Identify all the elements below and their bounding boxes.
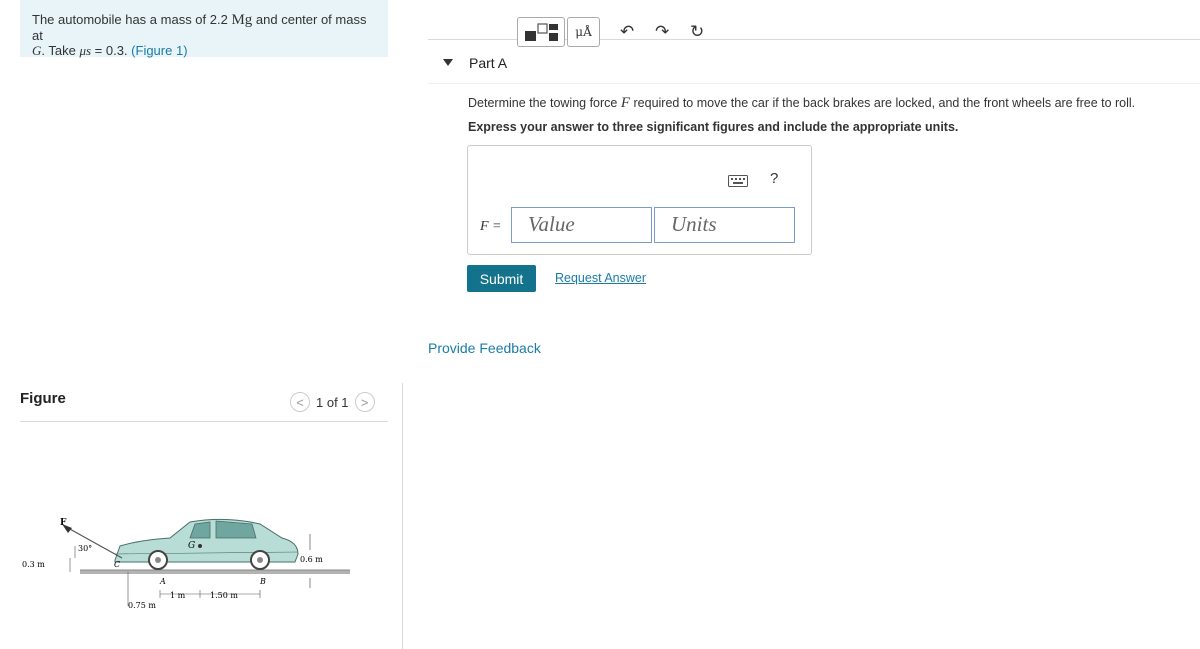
var-g: G <box>32 43 42 58</box>
car-figure: F 30° 0.3 m C A B G 0.6 m 1 m 1.50 m 0.7… <box>22 518 350 610</box>
request-answer-link[interactable]: Request Answer <box>555 271 646 285</box>
problem-text-3: . Take <box>41 43 80 58</box>
reset-icon[interactable]: ↻ <box>690 22 704 42</box>
provide-feedback-link[interactable]: Provide Feedback <box>428 340 541 356</box>
instruction-text: Express your answer to three significant… <box>468 120 959 134</box>
figure-divider <box>20 421 388 422</box>
part-title[interactable]: Part A <box>469 55 507 71</box>
point-b: B <box>259 577 266 586</box>
question-var: F <box>620 95 631 111</box>
cg-height-label: 0.6 m <box>300 555 323 564</box>
tow-rope <box>67 527 123 559</box>
center-of-mass-marker <box>198 544 202 548</box>
angle-label: 30° <box>78 544 92 553</box>
car-body <box>114 518 299 563</box>
value-input[interactable]: Value <box>511 207 652 243</box>
mu-symbol: μs <box>79 43 92 58</box>
f-equals: F = <box>480 219 502 234</box>
force-label: F <box>60 518 67 528</box>
question-pre: Determine the towing force <box>468 96 621 110</box>
figure-link[interactable]: (Figure 1) <box>131 43 187 58</box>
front-wheel <box>148 550 168 570</box>
template-icon <box>525 23 558 41</box>
submit-button[interactable]: Submit <box>467 265 536 292</box>
rear-wheel <box>250 550 270 570</box>
question-text: Determine the towing force F required to… <box>468 95 1135 112</box>
pager-count: 1 of 1 <box>316 394 349 410</box>
dim-0-75m: 0.75 m <box>128 601 156 610</box>
part-divider <box>428 83 1200 84</box>
help-icon[interactable]: ? <box>770 170 778 187</box>
collapse-arrow-icon[interactable] <box>443 59 453 66</box>
variable-label: F = <box>480 217 502 235</box>
mass-unit: Mg <box>231 12 253 28</box>
column-divider <box>402 383 403 649</box>
dim-1-50m: 1.50 m <box>210 591 238 600</box>
problem-text-1: The automobile has a mass of 2.2 <box>32 12 232 27</box>
dim-1m: 1 m <box>170 591 186 600</box>
hitch-height-label: 0.3 m <box>22 560 45 569</box>
redo-icon[interactable]: ↷ <box>655 22 669 42</box>
prev-figure-button[interactable]: < <box>290 392 310 412</box>
ground <box>80 570 350 574</box>
keyboard-icon[interactable] <box>728 174 748 192</box>
point-g: G <box>188 541 195 551</box>
problem-statement: The automobile has a mass of 2.2 Mg and … <box>20 0 388 58</box>
problem-text-4: = 0.3. <box>91 43 132 58</box>
next-figure-button[interactable]: > <box>354 392 375 412</box>
point-c: C <box>114 560 120 569</box>
units-input[interactable]: Units <box>654 207 795 243</box>
figure-heading: Figure <box>20 390 66 407</box>
units-button[interactable]: μÅ <box>567 17 600 47</box>
question-post: required to move the car if the back bra… <box>630 96 1136 110</box>
template-button[interactable] <box>517 17 565 47</box>
figure-pager: < 1 of 1 > <box>290 392 375 412</box>
point-a: A <box>159 577 166 586</box>
undo-icon[interactable]: ↶ <box>620 22 634 42</box>
